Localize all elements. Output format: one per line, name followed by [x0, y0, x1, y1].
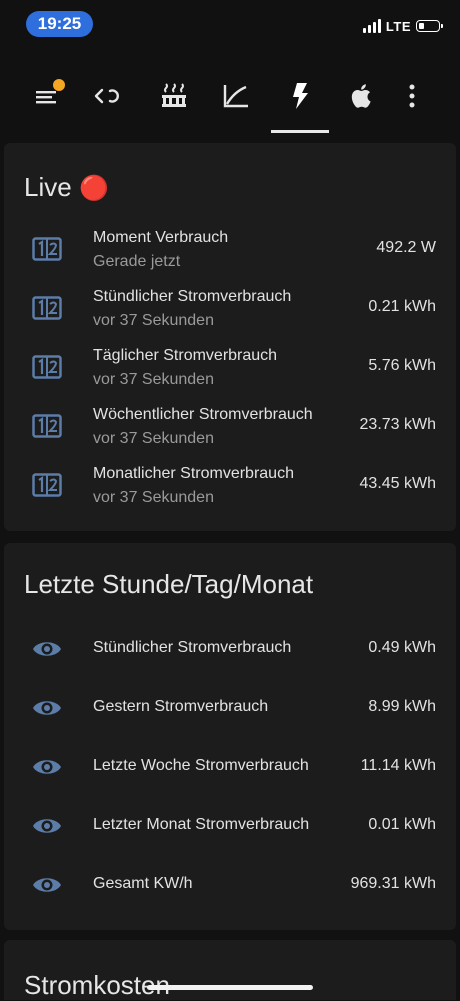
status-bar: 19:25 LTE — [0, 0, 460, 50]
more-vertical-icon[interactable] — [392, 76, 432, 116]
row-label: Stündlicher Stromverbrauch — [93, 639, 292, 656]
menu-icon[interactable] — [28, 76, 68, 116]
row-label: Moment Verbrauch — [93, 229, 229, 246]
row-value: 0.49 kWh — [368, 639, 436, 656]
cost-card: Stromkosten — [4, 940, 456, 1000]
status-right: LTE — [362, 16, 443, 36]
row-label: Gesamt KW/h — [93, 875, 193, 892]
row-value: 8.99 kWh — [368, 698, 436, 715]
notification-badge — [53, 79, 65, 91]
row-label: Letzter Monat Stromverbrauch — [93, 816, 310, 833]
status-time: 19:25 — [26, 11, 93, 37]
eye-icon — [33, 701, 61, 715]
history-card-title: Letzte Stunde/Tag/Monat — [24, 569, 314, 599]
flash-icon[interactable] — [280, 76, 320, 116]
list-item[interactable]: Täglicher Stromverbrauch vor 37 Sekunden… — [4, 338, 456, 397]
row-label: Stündlicher Stromverbrauch — [93, 288, 292, 305]
network-type: LTE — [385, 18, 411, 34]
row-value: 969.31 kWh — [350, 875, 436, 892]
radiator-icon[interactable] — [154, 76, 194, 116]
counter-icon — [32, 237, 62, 261]
row-timestamp: vor 37 Sekunden — [93, 489, 214, 506]
counter-icon — [32, 355, 62, 379]
list-item[interactable]: Gestern Stromverbrauch 8.99 kWh — [4, 679, 456, 738]
live-card: Live 🔴 Moment Verbrauch Gerade jetzt 492… — [4, 143, 456, 531]
row-label: Täglicher Stromverbrauch — [93, 347, 278, 364]
row-timestamp: Gerade jetzt — [93, 253, 181, 270]
row-label: Wöchentlicher Stromverbrauch — [93, 406, 313, 423]
row-value: 0.21 kWh — [368, 298, 436, 315]
live-title-text: Live — [24, 172, 72, 202]
row-timestamp: vor 37 Sekunden — [93, 312, 214, 329]
row-value: 5.76 kWh — [368, 357, 436, 374]
eye-icon — [33, 878, 61, 892]
counter-icon — [32, 296, 62, 320]
list-item[interactable]: Wöchentlicher Stromverbrauch vor 37 Seku… — [4, 397, 456, 456]
row-label: Letzte Woche Stromverbrauch — [93, 757, 309, 774]
row-value: 11.14 kWh — [360, 757, 436, 774]
battery-icon — [416, 20, 443, 32]
row-timestamp: vor 37 Sekunden — [93, 430, 214, 447]
list-item[interactable]: Letzter Monat Stromverbrauch 0.01 kWh — [4, 797, 456, 856]
home-indicator[interactable] — [147, 985, 313, 990]
row-value: 0.01 kWh — [368, 816, 436, 833]
row-timestamp: vor 37 Sekunden — [93, 371, 214, 388]
list-item[interactable]: Monatlicher Stromverbrauch vor 37 Sekund… — [4, 456, 456, 515]
row-value: 43.45 kWh — [359, 475, 436, 492]
eye-icon — [33, 760, 61, 774]
apple-icon[interactable] — [342, 76, 382, 116]
signal-icon — [362, 19, 381, 33]
top-toolbar — [0, 56, 460, 136]
live-card-title: Live 🔴 — [24, 172, 109, 203]
history-card: Letzte Stunde/Tag/Monat Stündlicher Stro… — [4, 543, 456, 930]
list-item[interactable]: Gesamt KW/h 969.31 kWh — [4, 856, 456, 915]
counter-icon — [32, 473, 62, 497]
row-label: Gestern Stromverbrauch — [93, 698, 269, 715]
active-tab-indicator — [271, 130, 329, 133]
eye-icon — [33, 819, 61, 833]
list-item[interactable]: Moment Verbrauch Gerade jetzt 492.2 W — [4, 220, 456, 279]
chart-line-icon[interactable] — [216, 76, 256, 116]
list-item[interactable]: Stündlicher Stromverbrauch vor 37 Sekund… — [4, 279, 456, 338]
list-item[interactable]: Stündlicher Stromverbrauch 0.49 kWh — [4, 620, 456, 679]
list-item[interactable]: Letzte Woche Stromverbrauch 11.14 kWh — [4, 738, 456, 797]
row-label: Monatlicher Stromverbrauch — [93, 465, 294, 482]
row-value: 492.2 W — [376, 239, 436, 256]
eye-icon — [33, 642, 61, 656]
counter-icon — [32, 414, 62, 438]
red-circle-icon: 🔴 — [78, 175, 109, 202]
code-icon[interactable] — [88, 76, 128, 116]
row-value: 23.73 kWh — [359, 416, 436, 433]
